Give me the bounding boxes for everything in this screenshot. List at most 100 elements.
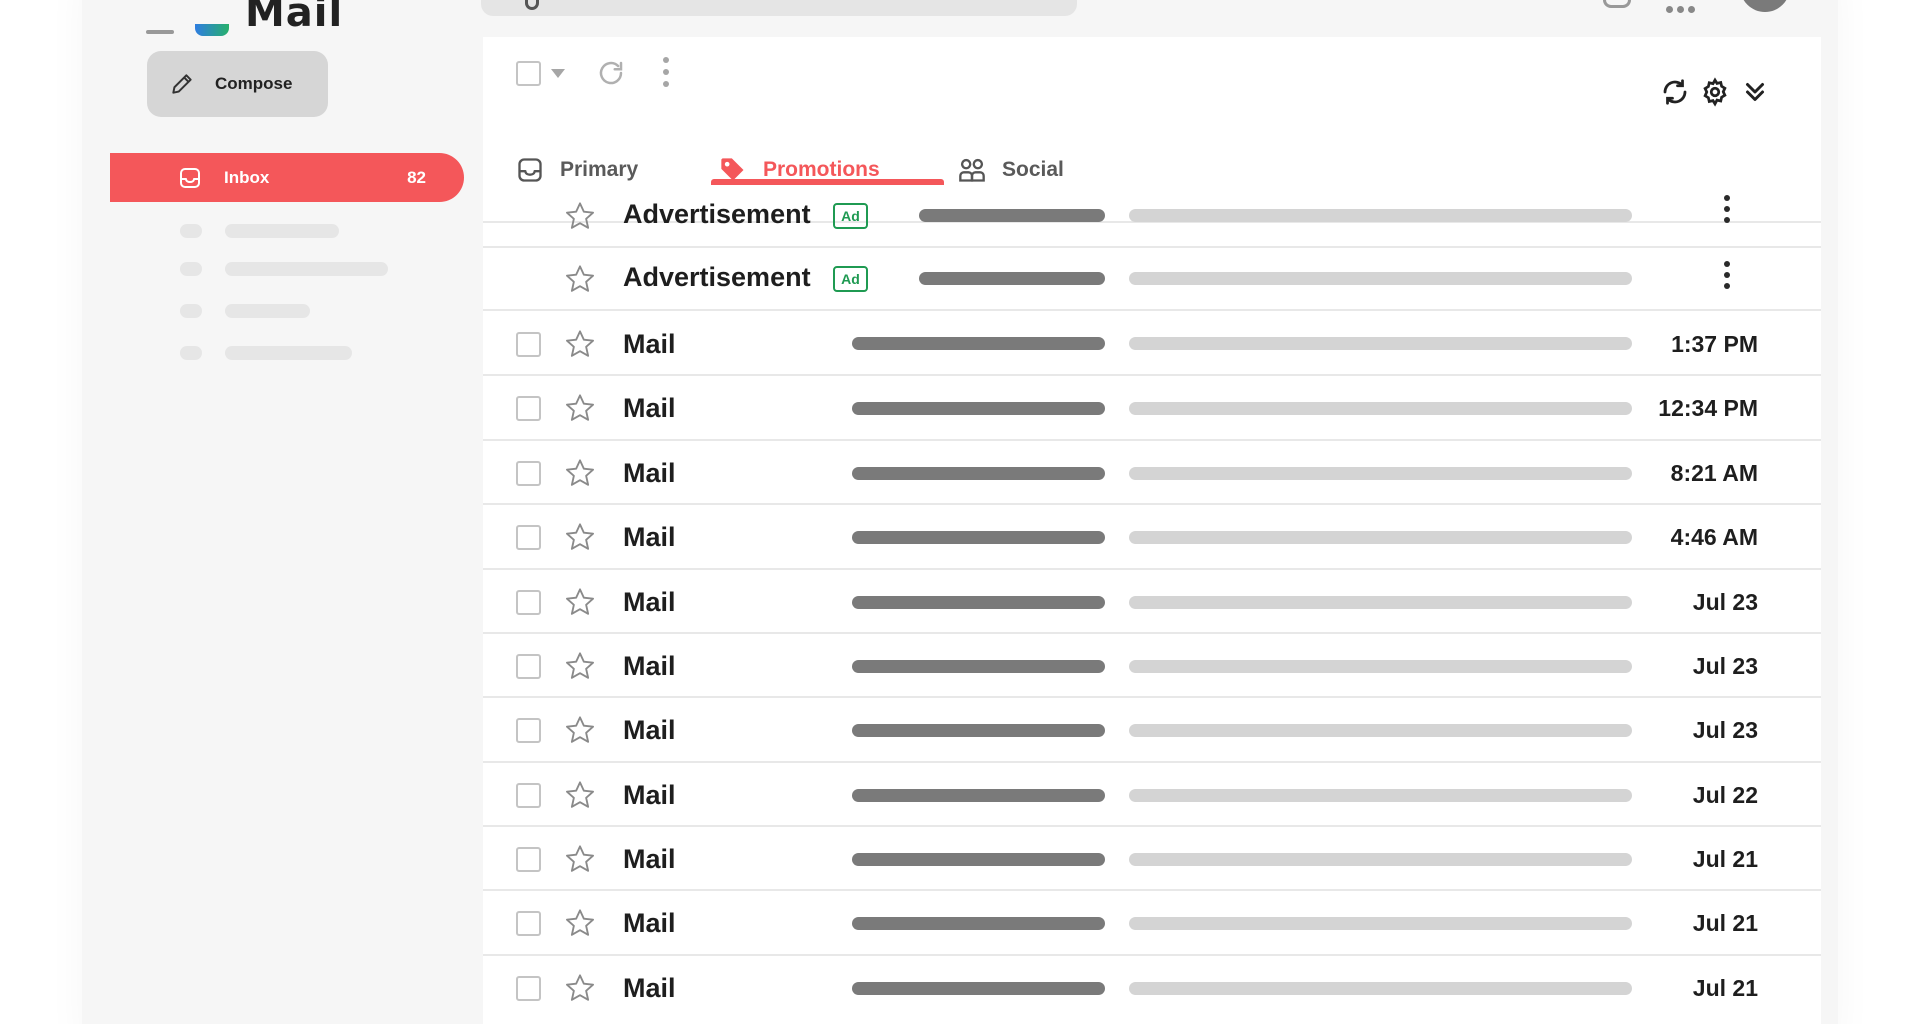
ad-sender: Advertisement [623, 262, 811, 292]
search-icon [525, 0, 539, 10]
snippet-placeholder [1129, 596, 1632, 609]
mail-sender: Mail [623, 393, 676, 423]
subject-placeholder [852, 982, 1105, 995]
pencil-icon [172, 74, 192, 94]
ad-options-icon[interactable] [1722, 195, 1732, 228]
star-icon[interactable] [564, 200, 596, 232]
row-checkbox[interactable] [516, 525, 541, 550]
star-icon[interactable] [564, 586, 596, 618]
placeholder-icon [180, 224, 202, 238]
search-input[interactable] [481, 0, 1077, 16]
logo-icon [195, 24, 229, 36]
row-checkbox[interactable] [516, 396, 541, 421]
row-checkbox[interactable] [516, 332, 541, 357]
placeholder-label [225, 224, 339, 238]
snippet-placeholder [1129, 209, 1632, 222]
row-checkbox[interactable] [516, 718, 541, 743]
placeholder-label [225, 346, 352, 360]
subject-placeholder [852, 724, 1105, 737]
subject-placeholder [852, 531, 1105, 544]
mail-date: 4:46 AM [1670, 524, 1758, 550]
mail-date: Jul 22 [1692, 782, 1758, 808]
sidebar-item-label: Inbox [224, 167, 270, 187]
mail-row[interactable]: Mail 4:46 AM [483, 505, 1821, 570]
mail-sender: Mail [623, 844, 676, 874]
row-checkbox[interactable] [516, 847, 541, 872]
mail-row[interactable]: Mail 1:37 PM [483, 311, 1821, 376]
gear-icon[interactable] [1700, 77, 1730, 107]
snippet-placeholder [1129, 660, 1632, 673]
star-icon[interactable] [564, 779, 596, 811]
snippet-placeholder [1129, 917, 1632, 930]
message-list-panel: Primary Promotions Social Advertisement … [483, 37, 1821, 1024]
tab-label: Primary [560, 158, 639, 181]
star-icon[interactable] [564, 972, 596, 1004]
row-checkbox[interactable] [516, 976, 541, 1001]
row-checkbox[interactable] [516, 783, 541, 808]
star-icon[interactable] [564, 714, 596, 746]
tab-label: Social [1002, 158, 1064, 181]
sync-icon[interactable] [1660, 77, 1690, 107]
inbox-tray-icon [180, 168, 200, 188]
mail-date: Jul 21 [1692, 910, 1758, 936]
mail-row[interactable]: Mail Jul 21 [483, 956, 1821, 1020]
row-checkbox[interactable] [516, 654, 541, 679]
select-dropdown-caret-icon[interactable] [551, 69, 565, 78]
ad-options-icon[interactable] [1722, 261, 1732, 294]
star-icon[interactable] [564, 392, 596, 424]
mail-row[interactable]: Mail Jul 23 [483, 698, 1821, 763]
mail-row[interactable]: Mail 12:34 PM [483, 376, 1821, 441]
refresh-icon[interactable] [596, 58, 626, 88]
star-icon[interactable] [564, 521, 596, 553]
ad-row[interactable]: Advertisement Ad [483, 248, 1821, 311]
snippet-placeholder [1129, 467, 1632, 480]
placeholder-icon [180, 346, 202, 360]
star-icon[interactable] [564, 843, 596, 875]
select-all-checkbox[interactable] [516, 61, 541, 86]
mail-date: Jul 23 [1692, 589, 1758, 615]
subject-placeholder [852, 917, 1105, 930]
row-checkbox[interactable] [516, 911, 541, 936]
more-options-icon[interactable] [661, 57, 671, 91]
app-title: Mail [245, 0, 344, 36]
mail-sender: Mail [623, 973, 676, 1003]
mail-sender: Mail [623, 715, 676, 745]
star-icon[interactable] [564, 457, 596, 489]
message-list: Advertisement Ad Advertisement Ad Mail 1… [483, 185, 1821, 1020]
mail-sender: Mail [623, 522, 676, 552]
sidebar-item-inbox[interactable]: Inbox 82 [110, 153, 464, 202]
mail-date: Jul 23 [1692, 717, 1758, 743]
star-icon[interactable] [564, 328, 596, 360]
mail-sender: Mail [623, 587, 676, 617]
mail-row[interactable]: Mail Jul 22 [483, 763, 1821, 827]
placeholder-label [225, 304, 310, 318]
star-icon[interactable] [564, 907, 596, 939]
view-tools [1660, 77, 1770, 107]
mail-row[interactable]: Mail 8:21 AM [483, 441, 1821, 505]
avatar[interactable] [1740, 0, 1790, 12]
mail-row[interactable]: Mail Jul 21 [483, 891, 1821, 956]
ad-badge: Ad [833, 266, 868, 292]
snippet-placeholder [1129, 982, 1632, 995]
snippet-placeholder [1129, 531, 1632, 544]
mail-row[interactable]: Mail Jul 23 [483, 570, 1821, 634]
mail-row[interactable]: Mail Jul 21 [483, 827, 1821, 891]
star-icon[interactable] [564, 650, 596, 682]
mail-row[interactable]: Mail Jul 23 [483, 634, 1821, 698]
compose-button[interactable]: Compose [147, 51, 328, 117]
row-checkbox[interactable] [516, 461, 541, 486]
star-icon[interactable] [564, 263, 596, 295]
subject-placeholder [852, 402, 1105, 415]
ad-badge: Ad [833, 203, 868, 229]
chevron-double-down-icon[interactable] [1740, 77, 1770, 107]
subject-placeholder [852, 467, 1105, 480]
subject-placeholder [852, 596, 1105, 609]
ad-sender: Advertisement [623, 199, 811, 229]
row-checkbox[interactable] [516, 590, 541, 615]
apps-grid-icon[interactable] [1666, 0, 1702, 13]
ad-row[interactable]: Advertisement Ad [483, 185, 1821, 248]
settings-icon[interactable] [1603, 0, 1631, 8]
mail-date: 1:37 PM [1671, 331, 1758, 357]
menu-icon[interactable] [146, 30, 174, 34]
mail-date: Jul 21 [1692, 975, 1758, 1001]
